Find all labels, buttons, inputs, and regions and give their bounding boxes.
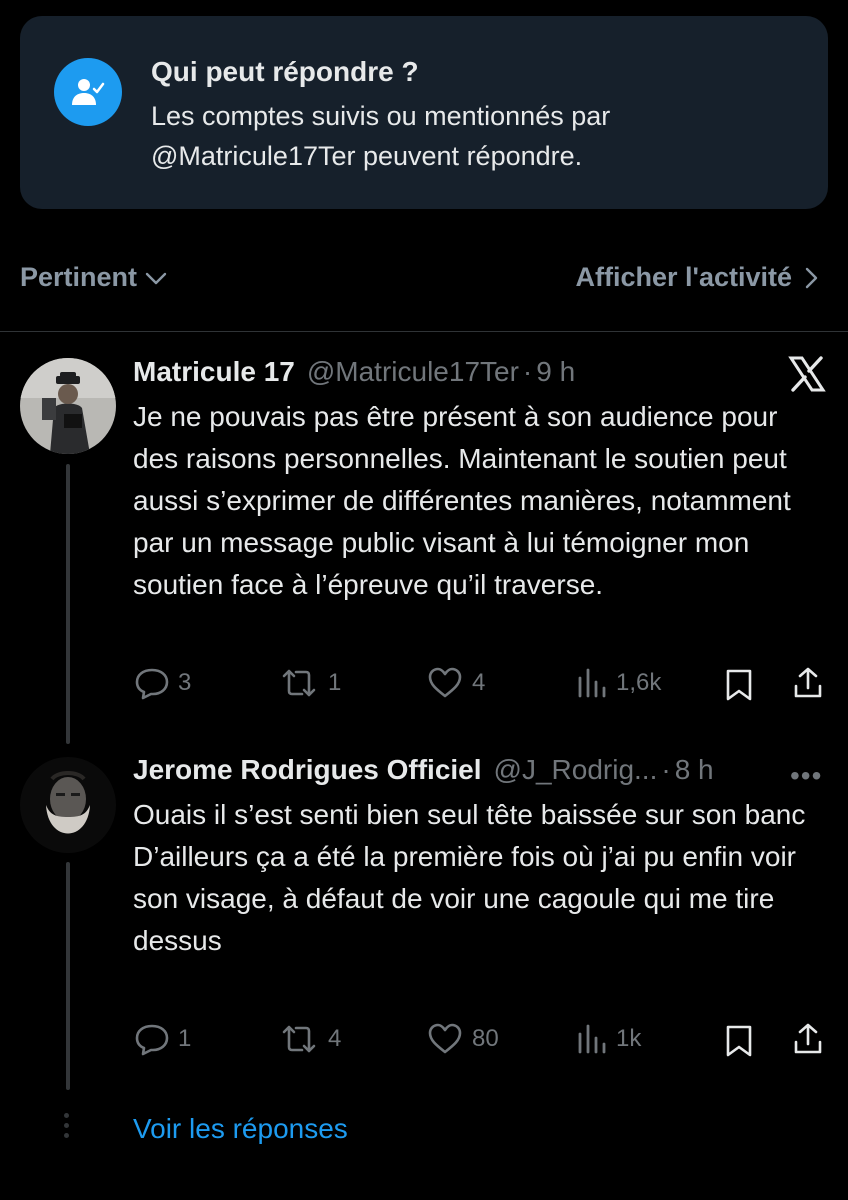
- share-icon[interactable]: [792, 666, 824, 700]
- like-count: 80: [472, 1025, 499, 1052]
- repost-count: 1: [328, 669, 342, 696]
- user-check-icon: [54, 58, 122, 126]
- thread-line: [66, 862, 70, 1090]
- reply-count: 1: [178, 1025, 192, 1052]
- views-button[interactable]: 1,6k: [576, 666, 661, 700]
- views-button[interactable]: 1k: [576, 1022, 641, 1056]
- repost-count: 4: [328, 1025, 342, 1052]
- user-handle[interactable]: @J_Rodrig...: [494, 754, 658, 786]
- divider: [0, 331, 848, 332]
- sort-dropdown[interactable]: Pertinent: [20, 262, 169, 293]
- views-icon: [578, 1024, 606, 1054]
- activity-label: Afficher l'activité: [575, 262, 793, 292]
- chevron-down-icon: [145, 272, 167, 284]
- repost-icon: [282, 669, 316, 697]
- separator: ·: [522, 356, 533, 387]
- heart-icon: [428, 667, 462, 698]
- timestamp[interactable]: 9 h: [536, 356, 575, 388]
- separator: ·: [661, 754, 671, 785]
- reply-button[interactable]: 1: [134, 1022, 191, 1056]
- bookmark-icon[interactable]: [724, 668, 754, 702]
- sort-label: Pertinent: [20, 262, 138, 292]
- views-icon: [578, 668, 606, 698]
- replies-filter-bar: Pertinent Afficher l'activité: [0, 252, 848, 304]
- avatar[interactable]: [20, 757, 116, 853]
- reply-count: 3: [178, 669, 192, 696]
- tweet-text: Ouais il s’est senti bien seul tête bais…: [133, 799, 806, 956]
- more-options-icon[interactable]: •••: [790, 760, 822, 792]
- thread-line: [66, 464, 70, 744]
- x-logo-icon: [788, 356, 826, 392]
- like-button[interactable]: 4: [426, 666, 485, 700]
- show-activity-link[interactable]: Afficher l'activité: [576, 262, 821, 293]
- thread-continuation-dots: [62, 1113, 70, 1138]
- share-icon[interactable]: [792, 1022, 824, 1056]
- views-count: 1,6k: [616, 669, 662, 696]
- chevron-right-icon: [805, 267, 818, 288]
- heart-icon: [428, 1023, 462, 1054]
- repost-icon: [282, 1025, 316, 1053]
- reply-restriction-description: Les comptes suivis ou mentionnés par @Ma…: [151, 101, 611, 171]
- repost-button[interactable]: 4: [278, 1022, 341, 1056]
- display-name[interactable]: Jerome Rodrigues Officiel: [133, 754, 482, 786]
- tweet-text: Je ne pouvais pas être présent à son aud…: [133, 401, 799, 600]
- reply-restriction-card: Qui peut répondre ? Les comptes suivis o…: [20, 16, 828, 209]
- repost-button[interactable]: 1: [278, 666, 341, 700]
- views-count: 1k: [616, 1025, 642, 1052]
- user-handle[interactable]: @Matricule17Ter: [307, 356, 519, 388]
- bookmark-icon[interactable]: [724, 1024, 754, 1058]
- tweet-header: Jerome Rodrigues Officiel @J_Rodrig... ·…: [133, 754, 714, 786]
- display-name[interactable]: Matricule 17: [133, 356, 295, 388]
- see-replies-link[interactable]: Voir les réponses: [133, 1113, 348, 1145]
- reply-restriction-title: Qui peut répondre ?: [151, 56, 419, 87]
- tweet-header: Matricule 17 @Matricule17Ter · 9 h: [133, 356, 575, 388]
- timestamp[interactable]: 8 h: [675, 754, 714, 786]
- like-count: 4: [472, 669, 486, 696]
- reply-button[interactable]: 3: [134, 666, 191, 700]
- avatar[interactable]: [20, 358, 116, 454]
- reply-icon: [135, 1024, 169, 1056]
- reply-icon: [135, 668, 169, 700]
- like-button[interactable]: 80: [426, 1022, 499, 1056]
